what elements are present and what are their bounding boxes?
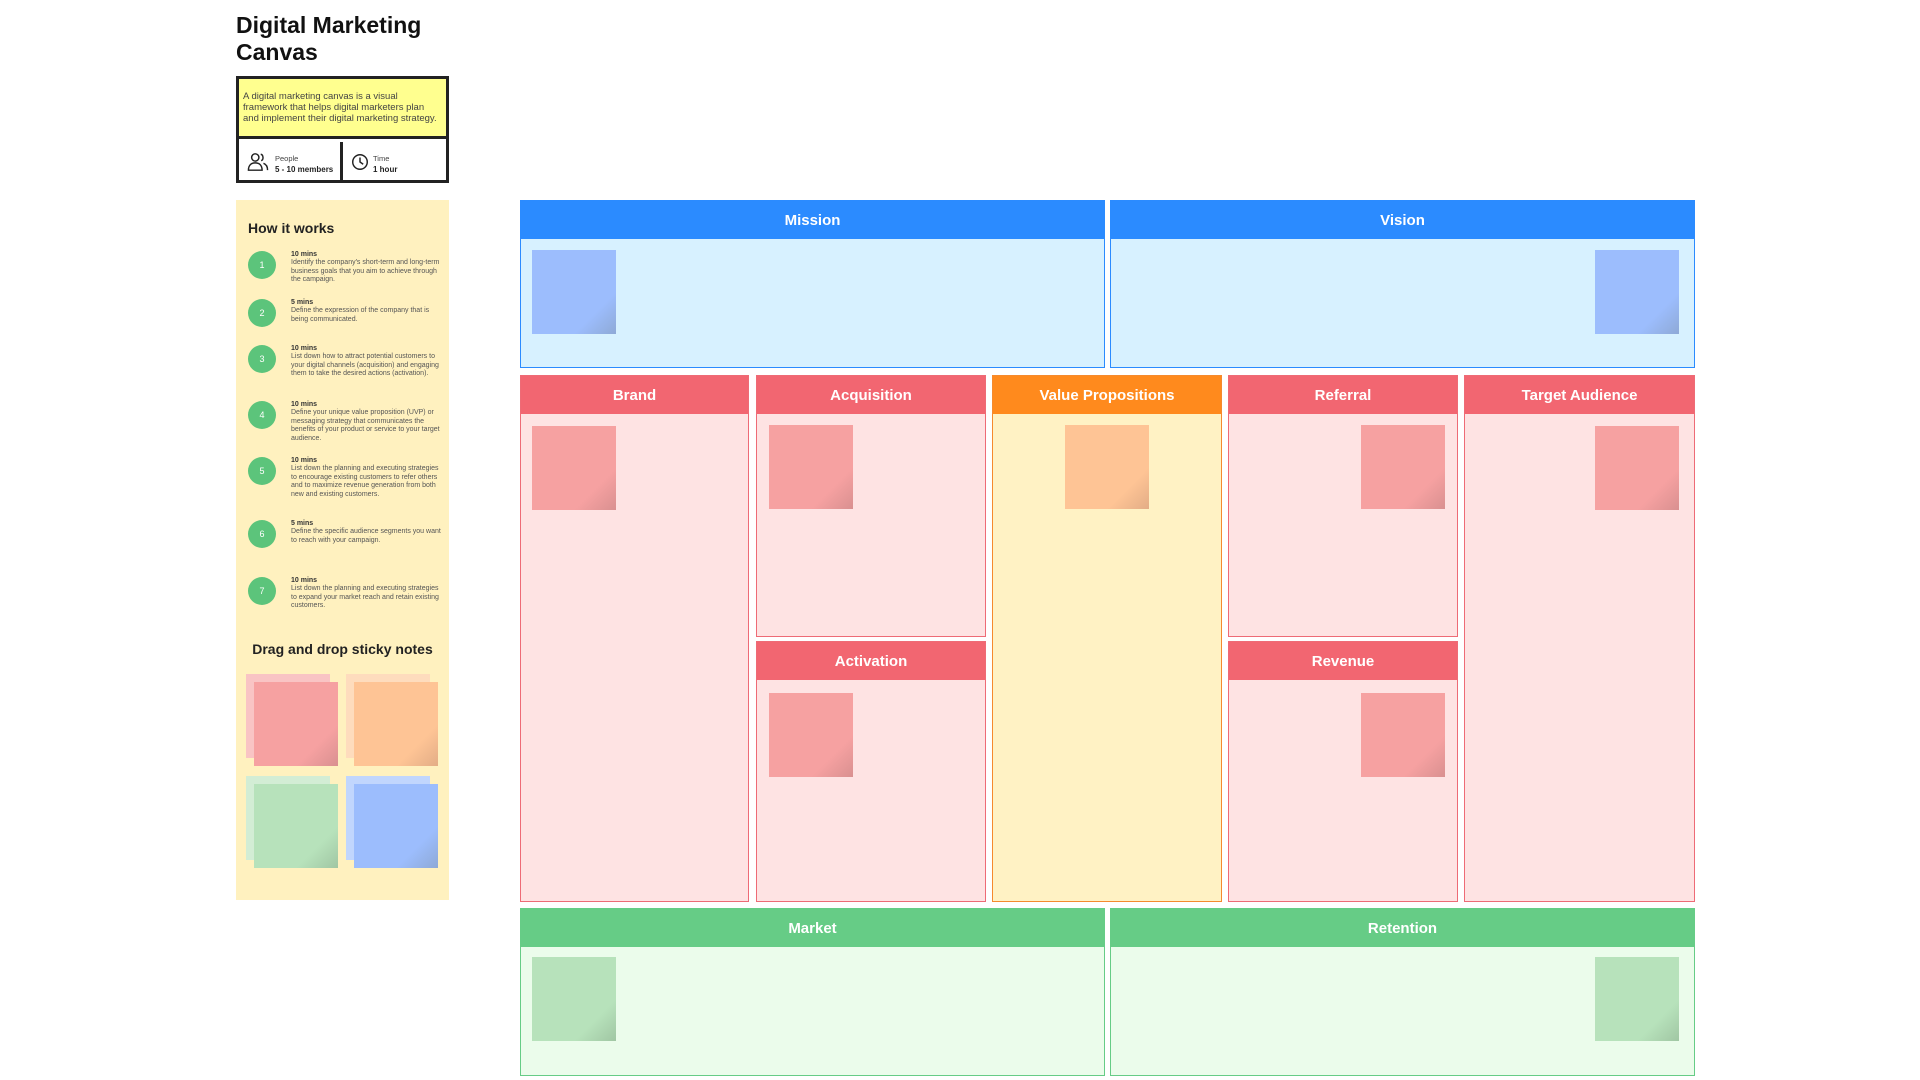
sticky-stack-orange[interactable]: [346, 674, 440, 768]
sticky-stack-blue[interactable]: [346, 776, 440, 870]
step-text: Define your unique value proposition (UV…: [291, 409, 440, 442]
sticky-note[interactable]: [1361, 425, 1445, 509]
step-text: List down the planning and executing str…: [291, 585, 439, 609]
info-card: A digital marketing canvas is a visual f…: [236, 76, 449, 183]
brand-header: Brand: [521, 376, 748, 414]
step-time: 10 mins: [291, 577, 318, 584]
revenue-header: Revenue: [1229, 642, 1457, 680]
step-text: Define the specific audience segments yo…: [291, 528, 441, 544]
sticky-note[interactable]: [1065, 425, 1149, 509]
step-number: 3: [248, 345, 276, 373]
sticky-note[interactable]: [769, 693, 853, 777]
page-title: Digital Marketing Canvas: [236, 12, 422, 65]
step-number: 4: [248, 401, 276, 429]
clock-icon: [352, 154, 368, 170]
market-section[interactable]: Market: [520, 908, 1105, 1076]
sticky-note[interactable]: [532, 957, 616, 1041]
value-propositions-section[interactable]: Value Propositions: [992, 375, 1222, 902]
time-label: Time: [373, 154, 390, 163]
time-meta: Time 1 hour: [343, 142, 446, 180]
retention-section[interactable]: Retention: [1110, 908, 1695, 1076]
sticky-note[interactable]: [532, 426, 616, 510]
referral-section[interactable]: Referral: [1228, 375, 1458, 637]
acquisition-section[interactable]: Acquisition: [756, 375, 986, 637]
activation-header: Activation: [757, 642, 985, 680]
step-time: 5 mins: [291, 520, 314, 527]
time-value: 1 hour: [373, 165, 398, 174]
sticky-stack-red[interactable]: [246, 674, 340, 768]
market-header: Market: [521, 909, 1104, 947]
vision-header: Vision: [1111, 201, 1694, 239]
step-time: 10 mins: [291, 401, 318, 408]
referral-header: Referral: [1229, 376, 1457, 414]
revenue-section[interactable]: Revenue: [1228, 641, 1458, 902]
step-text: List down the planning and executing str…: [291, 465, 439, 498]
vision-section[interactable]: Vision: [1110, 200, 1695, 368]
step-text: List down how to attract potential custo…: [291, 353, 439, 377]
step-text: Define the expression of the company tha…: [291, 307, 430, 323]
sticky-note[interactable]: [1595, 426, 1679, 510]
people-label: People: [275, 154, 299, 163]
step-number: 7: [248, 577, 276, 605]
step-number: 1: [248, 251, 276, 279]
activation-section[interactable]: Activation: [756, 641, 986, 902]
step-time: 5 mins: [291, 299, 314, 306]
sticky-note[interactable]: [1595, 957, 1679, 1041]
step-number: 5: [248, 457, 276, 485]
sticky-stack-green[interactable]: [246, 776, 340, 870]
how-it-works-panel: How it works 1 10 mins Identify the comp…: [236, 200, 449, 900]
sticky-note[interactable]: [532, 250, 616, 334]
sticky-note[interactable]: [1361, 693, 1445, 777]
step-number: 2: [248, 299, 276, 327]
step-time: 10 mins: [291, 457, 318, 464]
sticky-note[interactable]: [769, 425, 853, 509]
value-propositions-header: Value Propositions: [993, 376, 1221, 414]
target-audience-section[interactable]: Target Audience: [1464, 375, 1695, 902]
people-icon: [247, 153, 269, 171]
how-it-works-title: How it works: [248, 220, 335, 236]
sticky-note[interactable]: [1595, 250, 1679, 334]
step-number: 6: [248, 520, 276, 548]
people-meta: People 5 - 10 members: [239, 142, 343, 180]
people-value: 5 - 10 members: [275, 165, 334, 174]
step-time: 10 mins: [291, 345, 318, 352]
target-audience-header: Target Audience: [1465, 376, 1694, 414]
mission-header: Mission: [521, 201, 1104, 239]
step-time: 10 mins: [291, 251, 318, 258]
retention-header: Retention: [1111, 909, 1694, 947]
drag-drop-title: Drag and drop sticky notes: [252, 641, 433, 657]
mission-section[interactable]: Mission: [520, 200, 1105, 368]
step-text: Identify the company's short-term and lo…: [291, 259, 440, 283]
brand-section[interactable]: Brand: [520, 375, 749, 902]
description-note: A digital marketing canvas is a visual f…: [239, 79, 446, 139]
acquisition-header: Acquisition: [757, 376, 985, 414]
